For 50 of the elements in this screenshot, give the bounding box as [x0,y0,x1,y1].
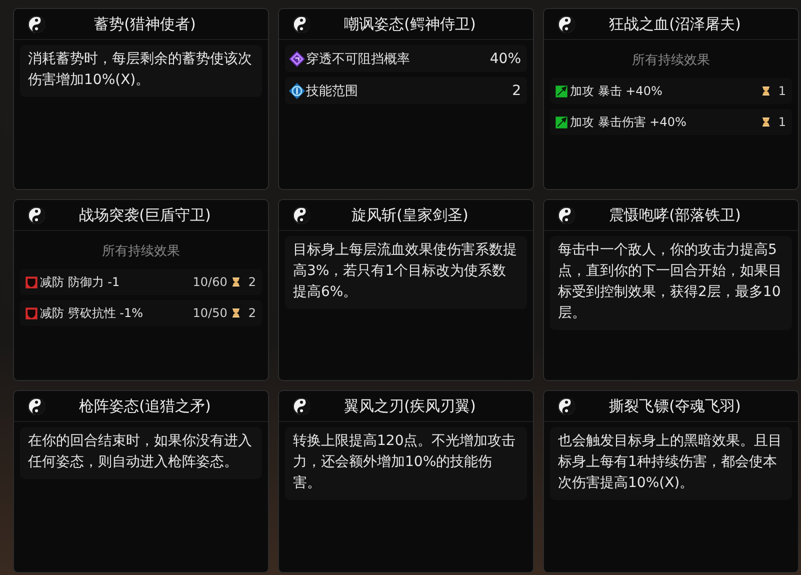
yin-yang-icon [27,14,46,34]
yin-yang-icon [27,206,46,224]
section-heading: 所有持续效果 [101,243,181,261]
hourglass-icon [231,276,242,288]
card-title: 嘲讽姿态(鳄神侍卫) [343,14,477,34]
description-text: 在你的回合结束时，如果你没有进入任何姿态，则自动进入枪阵姿态。 [20,427,262,479]
card-title: 翼风之刃(疾风刃翼) [343,396,477,416]
duration-text: 2 [248,275,256,289]
stack-count: 10/50 [192,306,228,320]
yin-yang-icon [557,206,576,224]
card-title: 撕裂飞镖(夺魂飞羽) [608,396,742,416]
card-title: 狂战之血(沼泽屠夫) [608,14,742,34]
duration-text: 2 [248,306,256,320]
stack-count: 10/60 [192,275,228,289]
effect-label: 减防 劈砍抗性 -1% [40,304,144,322]
shield-icon [25,276,38,288]
duration-text: 1 [778,84,786,98]
card-title: 震慑咆哮(部落铁卫) [608,206,742,224]
effect-label: 加攻 暴击伤害 +40% [570,114,688,130]
effect-label: 加攻 暴击 +40% [570,82,664,100]
stat-value: 40% [490,50,521,66]
yin-yang-icon [27,396,46,416]
stat-label: 穿透不可阻挡概率 [306,50,411,68]
effect-label: 减防 防御力 -1 [40,274,121,290]
yin-yang-icon [292,14,311,34]
section-heading: 所有持续效果 [631,52,711,70]
stat-value: 2 [512,82,521,98]
duration-text: 1 [778,115,786,129]
hourglass-icon [761,85,772,97]
yin-yang-icon [292,206,311,224]
diamond-icon [288,50,306,68]
description-text: 转换上限提高120点。不光增加攻击力，还会额外增加10%的技能伤害。 [285,427,527,500]
card-title: 旋风斩(皇家剑圣) [350,206,470,224]
yin-yang-icon [557,396,576,416]
diamond-icon [288,82,306,100]
card-title: 战场突袭(巨盾守卫) [78,206,212,224]
arrow-icon [555,84,568,98]
yin-yang-icon [292,396,311,416]
arrow-icon [555,116,568,128]
hourglass-icon [761,116,772,128]
description-text: 每击中一个敌人，你的攻击力提高5点，直到你的下一回合开始，如果目标受到控制效果，获得2层，最多10层。 [550,236,792,330]
description-text: 消耗蓄势时，每层剩余的蓄势使该次伤害增加10%(X)。 [20,45,262,97]
card-title: 枪阵姿态(追猎之矛) [78,396,212,416]
stat-label: 技能范围 [306,82,359,100]
description-text: 目标身上每层流血效果使伤害系数提高3%，若只有1个目标改为使系数提高6%。 [285,236,527,309]
card-title: 蓄势(猎神使者) [93,14,197,34]
description-text: 也会触发目标身上的黑暗效果。且目标身上每有1种持续伤害，都会使本次伤害提高10%(X)。 [550,427,792,500]
hourglass-icon [231,307,242,319]
yin-yang-icon [557,14,576,34]
shield-icon [25,306,38,320]
